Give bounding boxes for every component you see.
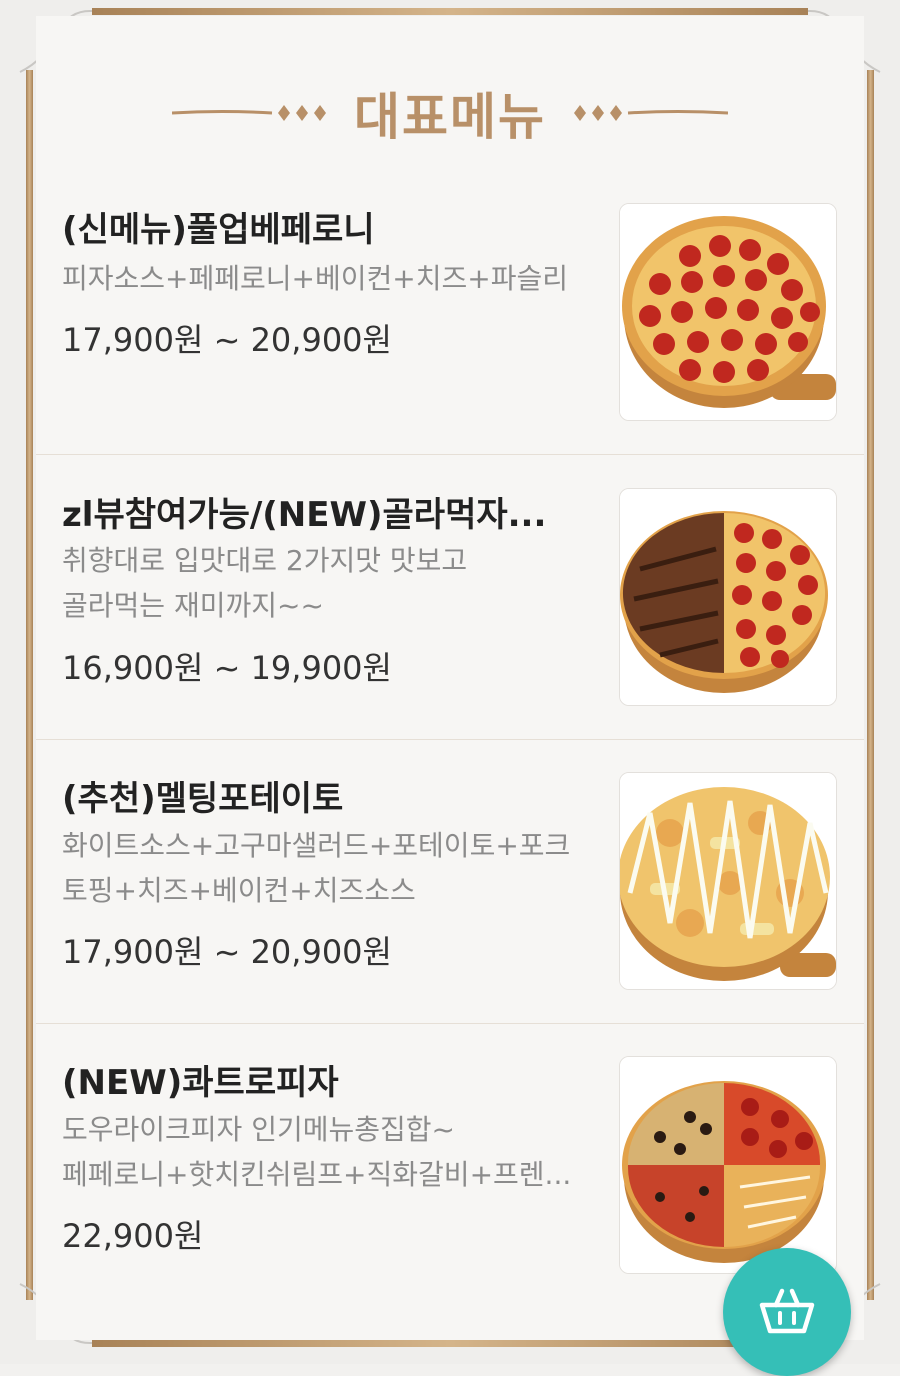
- menu-item-price: 17,900원 ~ 20,900원: [62, 933, 392, 971]
- quattro-pizza-image: [619, 1056, 837, 1274]
- menu-item-price: 22,900원: [62, 1217, 204, 1255]
- menu-item-name: (추천)멜팅포테이토: [62, 779, 344, 819]
- menu-item-description-line: 피자소스+페페로니+베이컨+치즈+파슬리: [62, 262, 569, 295]
- menu-item-description-line: 페페로니+핫치킨쉬림프+직화갈비+프렌...: [62, 1158, 572, 1191]
- section-header: 대표메뉴: [0, 78, 900, 148]
- menu-item-name: zl뷰참여가능/(NEW)골라먹자...: [62, 495, 547, 535]
- menu-item-description-line: 토핑+치즈+베이컨+치즈소스: [62, 874, 416, 907]
- menu-item-name: (NEW)콰트로피자: [62, 1063, 339, 1103]
- pepperoni-pizza-image: [619, 203, 837, 421]
- menu-item[interactable]: zl뷰참여가능/(NEW)골라먹자... 취향대로 입맛대로 2가지맛 맛보고 …: [36, 455, 864, 740]
- menu-item-price: 16,900원 ~ 19,900원: [62, 649, 392, 687]
- section-title: 대표메뉴: [354, 88, 546, 146]
- menu-item-description: 피자소스+페페로니+베이컨+치즈+파슬리: [62, 256, 592, 301]
- menu-item-description-line: 취향대로 입맛대로 2가지맛 맛보고: [62, 544, 468, 577]
- menu-item-description-line: 골라먹는 재미까지~~: [62, 589, 324, 622]
- potato-pizza-image: [619, 772, 837, 990]
- cart-button[interactable]: [723, 1248, 851, 1376]
- menu-item[interactable]: (NEW)콰트로피자 도우라이크피자 인기메뉴총집합~ 페페로니+핫치킨쉬림프+…: [36, 1023, 864, 1307]
- left-ornament-icon: [172, 105, 326, 121]
- menu-item-description-line: 도우라이크피자 인기메뉴총집합~: [62, 1113, 456, 1146]
- shopping-basket-icon: [759, 1288, 815, 1334]
- menu-item[interactable]: (신메뉴)풀업베페로니 피자소스+페페로니+베이컨+치즈+파슬리 17,900원…: [36, 170, 864, 455]
- menu-item-description: 도우라이크피자 인기메뉴총집합~ 페페로니+핫치킨쉬림프+직화갈비+프렌...: [62, 1107, 592, 1197]
- half-and-half-pizza-image: [619, 488, 837, 706]
- menu-item-description: 화이트소스+고구마샐러드+포테이토+포크 토핑+치즈+베이컨+치즈소스: [62, 823, 592, 913]
- menu-item-description-line: 화이트소스+고구마샐러드+포테이토+포크: [62, 829, 571, 862]
- menu-item-price: 17,900원 ~ 20,900원: [62, 321, 392, 359]
- menu-item-name: (신메뉴)풀업베페로니: [62, 210, 375, 250]
- right-ornament-icon: [574, 105, 728, 121]
- menu-item-description: 취향대로 입맛대로 2가지맛 맛보고 골라먹는 재미까지~~: [62, 538, 592, 628]
- menu-item[interactable]: (추천)멜팅포테이토 화이트소스+고구마샐러드+포테이토+포크 토핑+치즈+베이…: [36, 739, 864, 1024]
